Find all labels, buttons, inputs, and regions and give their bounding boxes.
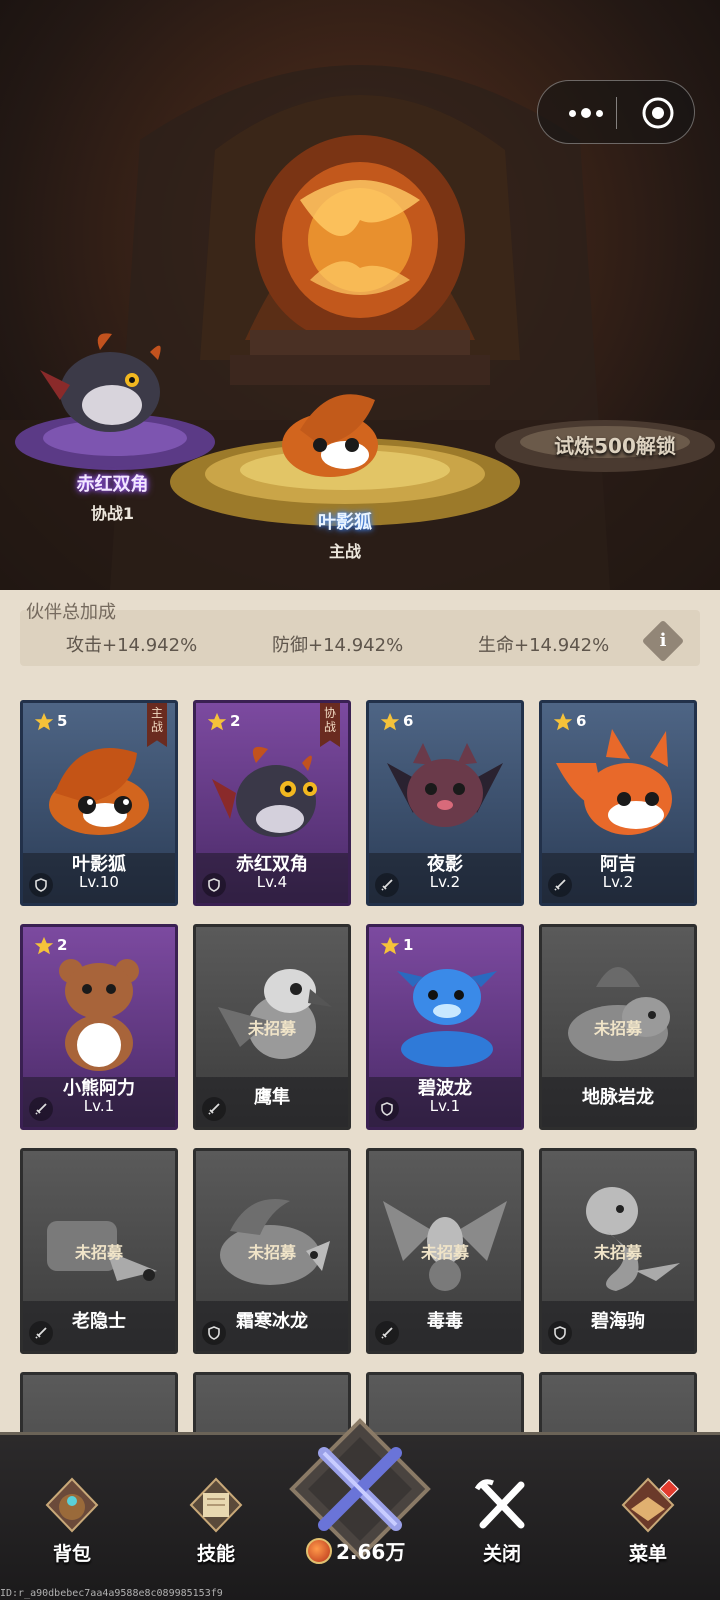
pet-stars: 2 [57,936,68,954]
not-recruited-label: 未招募 [542,1013,694,1039]
star-icon [34,936,54,955]
partner-bonus-panel: 伙伴总加成 攻击+14.942% 防御+14.942% 生命+14.942% [0,590,720,680]
shield-icon [202,1321,226,1345]
rock-dragon-icon [568,967,670,1061]
hawk-icon [218,969,332,1059]
nav-bag[interactable]: 背包 [22,1475,122,1566]
bonus-attack: 攻击+14.942% [66,635,198,656]
nav-skills[interactable]: 技能 [166,1475,266,1566]
not-recruited-label: 未招募 [23,1237,175,1263]
bat-icon [387,743,503,827]
star-icon [380,936,400,955]
pet-stars: 6 [403,712,414,730]
pet-card[interactable]: 未招募 碧海驹 [539,1148,697,1354]
not-recruited-label: 未招募 [196,1237,348,1263]
sword-icon [202,1097,226,1121]
pet-card[interactable]: 未招募 老隐士 [20,1148,178,1354]
pet-card[interactable]: 6 阿吉 Lv.2 [539,700,697,906]
locked-slot-label[interactable]: 试炼500解锁 [520,430,710,459]
shield-icon [202,873,226,897]
sword-icon [375,1321,399,1345]
main-pet-name[interactable]: 叶影狐 [280,508,410,534]
currency-display: 2.66万 [306,1536,405,1565]
shield-icon [29,873,53,897]
red-horned-dragon-icon [212,746,317,837]
shield-icon [548,1321,572,1345]
fox-icon [556,729,672,835]
more-options-icon[interactable] [556,93,616,133]
coin-icon [306,1537,332,1564]
session-id: ID:r_a90dbebec7aa4a9588e8c089985153f9 [0,1588,223,1599]
frost-dragon-icon [220,1199,330,1285]
pet-card[interactable] [20,1372,178,1432]
assist-pet-role: 协战1 [90,504,135,523]
hermit-crab-icon [47,1221,157,1281]
pet-card[interactable]: 未招募 地脉岩龙 [539,924,697,1130]
pet-card[interactable]: 2 小熊阿力 Lv.1 [20,924,178,1130]
seahorse-icon [586,1187,680,1291]
main-pet-role: 主战 [328,542,361,561]
pet-stars: 6 [576,712,587,730]
assist-pet-name[interactable]: 赤红双角 [40,470,185,496]
nav-menu[interactable]: 菜单 [598,1475,698,1566]
bonus-hp: 生命+14.942% [478,635,610,656]
star-icon [34,712,54,731]
pet-stars: 1 [403,936,414,954]
pet-card[interactable] [539,1372,697,1432]
water-dragon-icon [397,969,497,1067]
pet-card[interactable]: 6 夜影 Lv.2 [366,700,524,906]
leaf-fox-icon [49,748,149,835]
not-recruited-label: 未招募 [369,1237,521,1263]
sword-icon [29,1097,53,1121]
pet-card[interactable]: 未招募 鹰隼 [193,924,351,1130]
pet-card[interactable]: 5 主战 叶影狐 Lv.10 [20,700,178,906]
star-icon [207,712,227,731]
sword-icon [548,873,572,897]
shield-icon [375,1097,399,1121]
pet-stars: 2 [230,712,241,730]
star-icon [380,712,400,731]
bag-icon [45,1477,99,1533]
bottom-nav: 背包 技能 关闭 菜单 [0,1418,720,1600]
not-recruited-label: 未招募 [542,1237,694,1263]
bear-icon [59,959,139,1071]
currency-amount: 2.66万 [336,1540,406,1564]
pet-card[interactable]: 未招募 霜寒冰龙 [193,1148,351,1354]
sword-icon [29,1321,53,1345]
pet-name: 地脉岩龙 [582,1087,654,1108]
bonus-info-icon[interactable]: i [641,619,685,663]
pet-stars: 5 [57,712,68,730]
capsule-divider [616,97,617,129]
not-recruited-label: 未招募 [196,1013,348,1039]
crossed-tools-icon [474,1479,525,1529]
nav-close[interactable]: 关闭 [452,1475,552,1566]
exit-target-icon[interactable] [638,93,678,133]
pet-card[interactable]: 1 碧波龙 Lv.1 [366,924,524,1130]
sword-icon [375,873,399,897]
poison-moth-icon [383,1201,507,1291]
bonus-title: 伙伴总加成 [26,602,116,623]
bonus-defense: 防御+14.942% [272,635,404,656]
pet-grid: 5 主战 叶影狐 Lv.10 2 协战 赤红双角 Lv.4 6 夜影 Lv.2 [0,680,720,1432]
mini-program-capsule [537,80,695,144]
pet-card[interactable]: 2 协战 赤红双角 Lv.4 [193,700,351,906]
pet-arena-scene: 赤红双角 协战1 叶影狐 主战 试炼500解锁 [0,0,720,590]
scroll-icon [189,1477,243,1533]
pet-card[interactable]: 未招募 毒毒 [366,1148,524,1354]
pet-page: 赤红双角 协战1 叶影狐 主战 试炼500解锁 伙伴总加成 攻击+14.942%… [0,0,720,1600]
star-icon [553,712,573,731]
